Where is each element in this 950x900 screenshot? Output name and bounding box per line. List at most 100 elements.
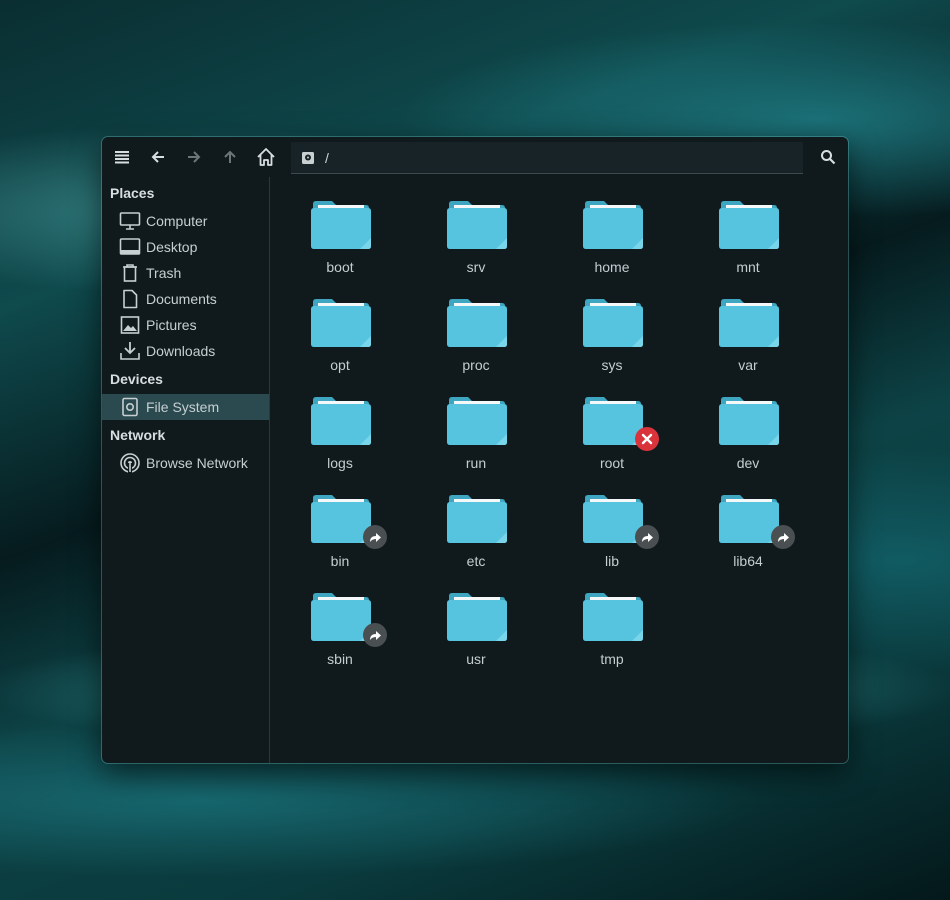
folder-item[interactable]: usr <box>421 579 531 669</box>
picture-icon <box>119 314 141 336</box>
folder-name: usr <box>466 651 486 667</box>
sidebar-item-label: File System <box>146 399 220 415</box>
folder-item[interactable]: home <box>557 187 667 277</box>
folder-item[interactable]: tmp <box>557 579 667 669</box>
folder-name: dev <box>736 455 760 471</box>
folder-name: bin <box>330 553 350 569</box>
sidebar-item-label: Trash <box>146 265 182 281</box>
drive-icon <box>301 151 315 165</box>
folder-icon <box>582 197 644 249</box>
folder-icon <box>446 295 508 347</box>
sidebar-item-label: Pictures <box>146 317 197 333</box>
folder-icon <box>446 393 508 445</box>
sidebar-item-pictures[interactable]: Pictures <box>102 312 269 338</box>
folder-icon <box>446 491 508 543</box>
folder-name: root <box>599 455 625 471</box>
folder-item[interactable]: mnt <box>693 187 803 277</box>
folder-name: var <box>738 357 758 373</box>
folder-name: etc <box>466 553 486 569</box>
symlink-emblem-icon <box>363 623 387 647</box>
folder-item[interactable]: proc <box>421 285 531 375</box>
folder-icon <box>582 295 644 347</box>
sidebar-item-trash[interactable]: Trash <box>102 260 269 286</box>
folder-item[interactable]: lib <box>557 481 667 571</box>
no-access-emblem-icon <box>635 427 659 451</box>
folder-name: logs <box>327 455 353 471</box>
folder-icon <box>582 589 644 641</box>
menu-icon <box>115 151 129 164</box>
folder-name: lib <box>604 553 619 569</box>
symlink-emblem-icon <box>635 525 659 549</box>
sidebar-item-file-system[interactable]: File System <box>102 394 269 420</box>
folder-name: mnt <box>736 259 760 275</box>
folder-name: sbin <box>327 651 353 667</box>
back-button[interactable] <box>144 143 172 171</box>
location-bar[interactable]: / <box>291 142 803 174</box>
folder-item[interactable]: lib64 <box>693 481 803 571</box>
sidebar-item-documents[interactable]: Documents <box>102 286 269 312</box>
folder-item[interactable]: srv <box>421 187 531 277</box>
folder-icon <box>718 295 780 347</box>
folder-item[interactable]: bin <box>285 481 395 571</box>
download-icon <box>119 340 141 362</box>
folder-item[interactable]: etc <box>421 481 531 571</box>
folder-name: lib64 <box>733 553 763 569</box>
file-manager-window: / Places Computer Desktop Trash Document… <box>102 137 848 763</box>
search-icon <box>821 150 836 165</box>
symlink-emblem-icon <box>771 525 795 549</box>
sidebar-item-computer[interactable]: Computer <box>102 208 269 234</box>
file-grid: boot srv home mnt opt proc sys var logs run root de… <box>270 177 848 763</box>
folder-item[interactable]: sys <box>557 285 667 375</box>
sidebar-item-desktop[interactable]: Desktop <box>102 234 269 260</box>
desktop-icon <box>119 236 141 258</box>
folder-item[interactable]: logs <box>285 383 395 473</box>
folder-icon <box>446 589 508 641</box>
folder-name: srv <box>466 259 486 275</box>
search-button[interactable] <box>814 143 842 171</box>
folder-name: run <box>465 455 487 471</box>
monitor-icon <box>119 210 141 232</box>
sidebar-item-label: Browse Network <box>146 455 248 471</box>
sidebar-item-label: Desktop <box>146 239 198 255</box>
folder-icon <box>446 197 508 249</box>
folder-item[interactable]: dev <box>693 383 803 473</box>
sidebar-item-label: Downloads <box>146 343 216 359</box>
sidebar: Places Computer Desktop Trash Documents <box>102 177 270 763</box>
menu-button[interactable] <box>108 143 136 171</box>
folder-name: sys <box>601 357 623 373</box>
document-icon <box>119 288 141 310</box>
folder-name: proc <box>462 357 490 373</box>
network-icon <box>119 452 141 474</box>
home-button[interactable] <box>252 143 280 171</box>
symlink-emblem-icon <box>363 525 387 549</box>
drive-icon <box>119 396 141 418</box>
folder-name: boot <box>326 259 354 275</box>
sidebar-item-label: Computer <box>146 213 208 229</box>
back-arrow-icon <box>151 151 164 163</box>
trash-icon <box>119 262 141 284</box>
folder-item[interactable]: var <box>693 285 803 375</box>
folder-name: opt <box>330 357 350 373</box>
up-button[interactable] <box>216 143 244 171</box>
devices-heading: Devices <box>110 371 163 387</box>
folder-icon <box>310 295 372 347</box>
folder-item[interactable]: sbin <box>285 579 395 669</box>
folder-item[interactable]: run <box>421 383 531 473</box>
folder-name: tmp <box>600 651 624 667</box>
path-text: / <box>325 149 329 166</box>
folder-icon <box>718 393 780 445</box>
forward-button[interactable] <box>180 143 208 171</box>
sidebar-item-browse-network[interactable]: Browse Network <box>102 450 269 476</box>
forward-arrow-icon <box>188 151 201 163</box>
home-icon <box>257 148 275 166</box>
folder-item[interactable]: boot <box>285 187 395 277</box>
folder-item[interactable]: root <box>557 383 667 473</box>
places-heading: Places <box>110 185 155 201</box>
up-arrow-icon <box>224 150 236 163</box>
folder-icon <box>718 197 780 249</box>
network-heading: Network <box>110 427 166 443</box>
folder-item[interactable]: opt <box>285 285 395 375</box>
folder-icon <box>310 393 372 445</box>
sidebar-item-downloads[interactable]: Downloads <box>102 338 269 364</box>
folder-icon <box>310 197 372 249</box>
